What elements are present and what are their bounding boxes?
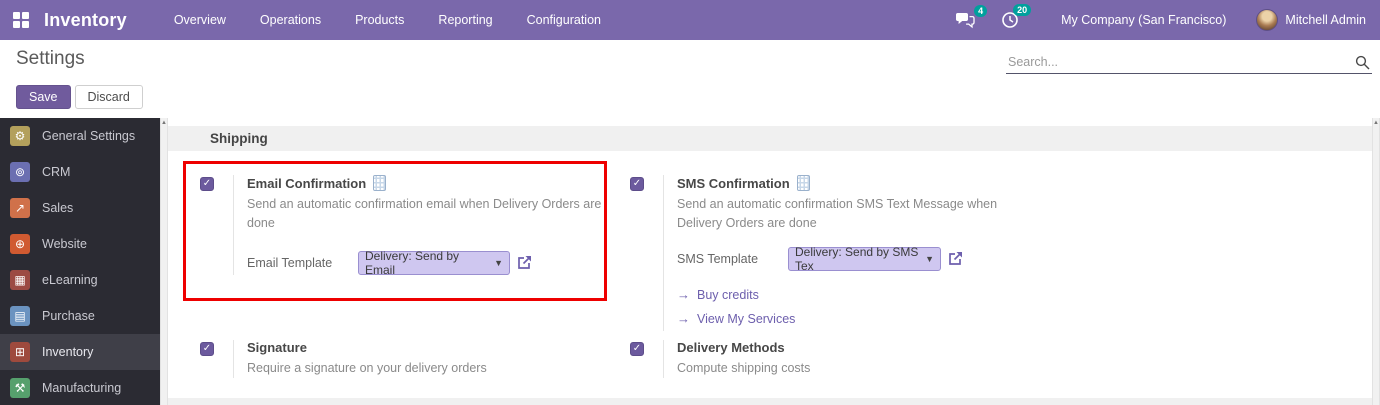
sidebar-item-label: Inventory [42, 345, 94, 359]
email-template-external-link-icon[interactable] [516, 254, 533, 271]
activities-icon[interactable]: 20 [1001, 4, 1032, 29]
search-icon[interactable] [1355, 55, 1370, 75]
save-button[interactable]: Save [16, 85, 71, 109]
discard-button[interactable]: Discard [74, 85, 143, 109]
settings-sidebar: ⚙ General Settings ⊚ CRM ↗ Sales ⊕ Website ▦ eLea… [0, 118, 160, 405]
chat-bubbles-icon [956, 12, 975, 28]
control-panel: Settings Save Discard [0, 40, 1380, 118]
sidebar-item-label: CRM [42, 165, 71, 179]
user-avatar[interactable] [1256, 9, 1279, 31]
app-menu: Overview Operations Products Reporting Confi… [157, 0, 618, 40]
email-confirmation-label: Email Confirmation [247, 175, 367, 191]
email-confirmation-checkbox[interactable]: ✓ [200, 177, 214, 191]
sms-template-select[interactable]: Delivery: Send by SMS Tex ▼ [788, 245, 941, 273]
sms-confirmation-label: SMS Confirmation [677, 175, 790, 191]
sidebar-item-label: Website [42, 237, 87, 251]
sidebar-item-general-settings[interactable]: ⚙ General Settings [0, 118, 160, 154]
search-box [1006, 52, 1372, 74]
sidebar-item-label: Sales [42, 201, 74, 215]
settings-main: Shipping ✓ Email Confirmation Send an au… [168, 118, 1372, 405]
chevron-down-icon: ▼ [925, 253, 934, 264]
messages-badge: 4 [974, 4, 988, 17]
signature-checkbox[interactable]: ✓ [200, 342, 214, 356]
delivery-methods-checkbox[interactable]: ✓ [630, 342, 644, 356]
sidebar-item-sales[interactable]: ↗ Sales [0, 190, 160, 226]
section-header: Shipping [168, 126, 1372, 151]
sidebar-item-label: eLearning [42, 273, 98, 287]
messages-icon[interactable]: 4 [955, 4, 988, 29]
wrench-icon: ⚒ [10, 378, 30, 398]
sidebar-item-purchase[interactable]: ▤ Purchase [0, 298, 160, 334]
signature-label: Signature [247, 340, 307, 355]
nav-menu-reporting[interactable]: Reporting [421, 0, 509, 40]
sms-template-label: SMS Template [677, 251, 759, 266]
activities-badge: 20 [1013, 4, 1032, 16]
arrow-right-icon: → [677, 310, 690, 326]
enterprise-icon [373, 175, 387, 191]
sms-confirmation-checkbox[interactable]: ✓ [630, 177, 644, 191]
signature-description: Require a signature on your delivery ord… [247, 361, 487, 375]
setting-delivery-methods: ✓ Delivery Methods Compute shipping cost… [630, 340, 1045, 379]
buy-credits-link[interactable]: → Buy credits [677, 283, 1045, 307]
delivery-methods-label: Delivery Methods [677, 340, 785, 355]
sidebar-item-elearning[interactable]: ▦ eLearning [0, 262, 160, 298]
nav-menu-operations[interactable]: Operations [243, 0, 338, 40]
setting-signature: ✓ Signature Require a signature on your … [200, 340, 615, 379]
main-scrollbar[interactable]: ▲ [1372, 118, 1380, 405]
sales-chart-icon: ↗ [10, 198, 30, 218]
top-navbar: Inventory Overview Operations Products Repo… [0, 0, 1380, 40]
nav-menu-overview[interactable]: Overview [157, 0, 243, 40]
gear-icon: ⚙ [10, 126, 30, 146]
workspace: ⚙ General Settings ⊚ CRM ↗ Sales ⊕ Website ▦ eLea… [0, 118, 1380, 405]
sidebar-scrollbar[interactable]: ▲ [160, 118, 168, 405]
globe-icon: ⊕ [10, 234, 30, 254]
view-my-services-link[interactable]: → View My Services [677, 307, 1045, 331]
navbar-right: 4 20 My Company (San Francisco) Mitchell… [955, 4, 1366, 31]
email-template-select[interactable]: Delivery: Send by Email ▼ [358, 249, 510, 277]
nav-menu-products[interactable]: Products [338, 0, 421, 40]
sidebar-item-crm[interactable]: ⊚ CRM [0, 154, 160, 190]
sidebar-item-website[interactable]: ⊕ Website [0, 226, 160, 262]
presentation-icon: ▦ [10, 270, 30, 290]
nav-menu-configuration[interactable]: Configuration [510, 0, 618, 40]
setting-sms-confirmation: ✓ SMS Confirmation Send an automatic con… [630, 175, 1045, 331]
page-title: Settings [16, 48, 85, 69]
box-icon: ⊞ [10, 342, 30, 362]
credit-card-icon: ▤ [10, 306, 30, 326]
sidebar-item-label: Purchase [42, 309, 95, 323]
app-title[interactable]: Inventory [44, 10, 127, 31]
apps-menu-icon[interactable] [13, 12, 29, 28]
email-template-label: Email Template [247, 255, 333, 270]
email-confirmation-description: Send an automatic confirmation email whe… [247, 197, 602, 231]
user-menu[interactable]: Mitchell Admin [1285, 13, 1366, 27]
setting-email-confirmation: ✓ Email Confirmation Send an automatic c… [200, 175, 615, 277]
sidebar-item-manufacturing[interactable]: ⚒ Manufacturing [0, 370, 160, 405]
enterprise-icon [796, 175, 810, 191]
section-title: Shipping [210, 131, 268, 146]
sms-template-external-link-icon[interactable] [947, 250, 964, 267]
delivery-methods-description: Compute shipping costs [677, 361, 811, 375]
sms-confirmation-description: Send an automatic confirmation SMS Text … [677, 197, 998, 231]
search-input[interactable] [1006, 52, 1372, 74]
sidebar-item-inventory[interactable]: ⊞ Inventory [0, 334, 160, 370]
company-switcher[interactable]: My Company (San Francisco) [1061, 13, 1226, 27]
next-section-band [168, 398, 1372, 405]
sidebar-item-label: General Settings [42, 129, 136, 143]
chevron-down-icon: ▼ [494, 257, 503, 268]
button-row: Save Discard [16, 85, 143, 109]
arrow-right-icon: → [677, 286, 690, 302]
crm-icon: ⊚ [10, 162, 30, 182]
sidebar-item-label: Manufacturing [42, 381, 122, 395]
